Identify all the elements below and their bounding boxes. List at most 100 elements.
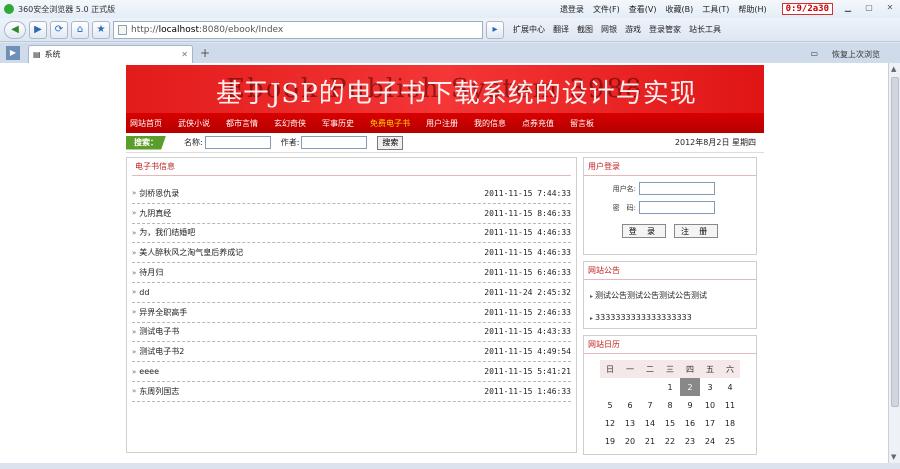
url-input[interactable]: http://localhost:8080/ebook/Index (113, 20, 483, 39)
calendar-day[interactable]: 14 (640, 414, 660, 432)
minimize-icon[interactable]: ▁ (842, 3, 854, 15)
back-icon[interactable]: ◀ (4, 20, 26, 39)
nav-my-info[interactable]: 我的信息 (474, 118, 506, 129)
scroll-down-icon[interactable]: ▼ (891, 453, 896, 461)
list-item[interactable]: » 为，我们结婚吧 2011-11-15 4:46:33 (132, 224, 571, 244)
calendar-day[interactable]: 3 (700, 378, 720, 396)
tab-page-icon: ▤ (33, 50, 41, 59)
calendar-day[interactable]: 13 (620, 414, 640, 432)
list-item[interactable]: » 剑桥恩仇录 2011-11-15 7:44:33 (132, 184, 571, 204)
list-item[interactable]: » eeee 2011-11-15 5:41:21 (132, 362, 571, 382)
nav-romance[interactable]: 都市言情 (226, 118, 258, 129)
nav-fantasy[interactable]: 玄幻奇侠 (274, 118, 306, 129)
calendar-day[interactable]: 15 (660, 414, 680, 432)
book-title[interactable]: 异界全职高手 (139, 307, 187, 318)
calendar-day[interactable]: 9 (680, 396, 700, 414)
password-input[interactable] (639, 201, 715, 214)
calendar-day[interactable]: 23 (680, 432, 700, 450)
new-tab-icon[interactable]: + (197, 46, 213, 62)
nav-guestbook[interactable]: 留言板 (570, 118, 594, 129)
calendar-day[interactable]: 5 (600, 396, 620, 414)
list-item[interactable]: » 美人醉秋风之淘气皇后养成记 2011-11-15 4:46:33 (132, 243, 571, 264)
list-item[interactable]: » 测试电子书 2011-11-15 4:43:33 (132, 323, 571, 343)
forward-icon[interactable]: ▶ (29, 20, 47, 39)
book-title[interactable]: 剑桥恩仇录 (139, 188, 179, 199)
toolbar-bank[interactable]: 网银 (601, 24, 617, 35)
nav-military[interactable]: 军事历史 (322, 118, 354, 129)
sidebar-toggle-icon[interactable]: ▶ (6, 46, 20, 60)
scroll-up-icon[interactable]: ▲ (891, 65, 896, 73)
calendar-day[interactable]: 19 (600, 432, 620, 450)
book-title[interactable]: 待月归 (139, 267, 163, 278)
login-button[interactable]: 登 录 (621, 224, 666, 238)
calendar-day[interactable]: 25 (720, 432, 740, 450)
menu-help[interactable]: 帮助(H) (738, 4, 766, 15)
calendar-day[interactable]: 1 (660, 378, 680, 396)
toolbar-login-manager[interactable]: 登录管家 (649, 24, 681, 35)
nav-wuxia[interactable]: 武侠小说 (178, 118, 210, 129)
list-item[interactable]: » 异界全职高手 2011-11-15 2:46:33 (132, 303, 571, 323)
menu-login[interactable]: 遗登录 (560, 4, 584, 15)
toolbar-games[interactable]: 游戏 (625, 24, 641, 35)
menu-favorites[interactable]: 收藏(B) (666, 4, 694, 15)
maximize-icon[interactable]: ▢ (863, 3, 875, 15)
calendar-day[interactable]: 8 (660, 396, 680, 414)
book-title[interactable]: 东周列国志 (139, 386, 179, 397)
book-title[interactable]: 九阴真经 (139, 208, 171, 219)
nav-home[interactable]: 网站首页 (130, 118, 162, 129)
restore-session-button[interactable]: 恢复上次浏览 (832, 49, 880, 60)
menu-tools[interactable]: 工具(T) (702, 4, 729, 15)
name-search-input[interactable] (204, 136, 271, 149)
calendar-day[interactable]: 12 (600, 414, 620, 432)
calendar-day[interactable]: 7 (640, 396, 660, 414)
list-item[interactable]: » 待月归 2011-11-15 6:46:33 (132, 263, 571, 283)
book-title[interactable]: 为，我们结婚吧 (139, 227, 195, 238)
book-title[interactable]: 测试电子书 (139, 326, 179, 337)
tab-system[interactable]: ▤ 系统 ✕ (28, 45, 193, 63)
calendar-day[interactable]: 24 (700, 432, 720, 450)
nav-free-ebooks[interactable]: 免费电子书 (370, 118, 410, 129)
list-item[interactable]: 测试公告测试公告测试公告测试 (590, 290, 756, 301)
close-icon[interactable]: ✕ (884, 3, 896, 15)
book-title[interactable]: 测试电子书2 (139, 346, 184, 357)
search-button[interactable]: 搜索 (377, 135, 404, 150)
calendar-day[interactable]: 21 (640, 432, 660, 450)
calendar-day[interactable]: 16 (680, 414, 700, 432)
scrollbar-thumb[interactable] (891, 77, 899, 407)
toolbar-extensions[interactable]: 扩展中心 (513, 24, 545, 35)
list-item[interactable]: » 九阴真经 2011-11-15 8:46:33 (132, 204, 571, 224)
calendar-day[interactable]: 20 (620, 432, 640, 450)
book-title[interactable]: dd (139, 288, 149, 297)
menu-view[interactable]: 查看(V) (629, 4, 657, 15)
toolbar-screenshot[interactable]: 截图 (577, 24, 593, 35)
go-icon[interactable]: ▸ (486, 20, 504, 39)
list-item[interactable]: » dd 2011-11-24 2:45:32 (132, 283, 571, 303)
list-item[interactable]: 3333333333333333333 (590, 313, 756, 322)
book-title[interactable]: 美人醉秋风之淘气皇后养成记 (139, 247, 243, 258)
home-icon[interactable]: ⌂ (71, 20, 89, 39)
page-scrollbar[interactable]: ▲ ▼ (888, 63, 900, 463)
calendar-day[interactable]: 17 (700, 414, 720, 432)
menu-file[interactable]: 文件(F) (593, 4, 620, 15)
calendar-day[interactable]: 11 (720, 396, 740, 414)
tab-close-icon[interactable]: ✕ (181, 50, 188, 59)
username-input[interactable] (639, 182, 715, 195)
calendar-day-today[interactable]: 2 (680, 378, 700, 396)
book-title[interactable]: eeee (139, 367, 159, 376)
window-list-icon[interactable]: ▭ (810, 49, 818, 60)
favorite-star-icon[interactable]: ★ (92, 20, 110, 39)
toolbar-translate[interactable]: 翻译 (553, 24, 569, 35)
toolbar-webmaster[interactable]: 站长工具 (689, 24, 721, 35)
list-item[interactable]: » 东周列国志 2011-11-15 1:46:33 (132, 382, 571, 402)
calendar-day[interactable]: 4 (720, 378, 740, 396)
register-button[interactable]: 注 册 (674, 224, 719, 238)
calendar-day[interactable]: 18 (720, 414, 740, 432)
calendar-day[interactable]: 22 (660, 432, 680, 450)
list-item[interactable]: » 测试电子书2 2011-11-15 4:49:54 (132, 342, 571, 363)
calendar-day[interactable]: 10 (700, 396, 720, 414)
author-search-input[interactable] (301, 136, 368, 149)
refresh-icon[interactable]: ⟳ (50, 20, 68, 39)
nav-recharge[interactable]: 点券充值 (522, 118, 554, 129)
nav-register[interactable]: 用户注册 (426, 118, 458, 129)
calendar-day[interactable]: 6 (620, 396, 640, 414)
